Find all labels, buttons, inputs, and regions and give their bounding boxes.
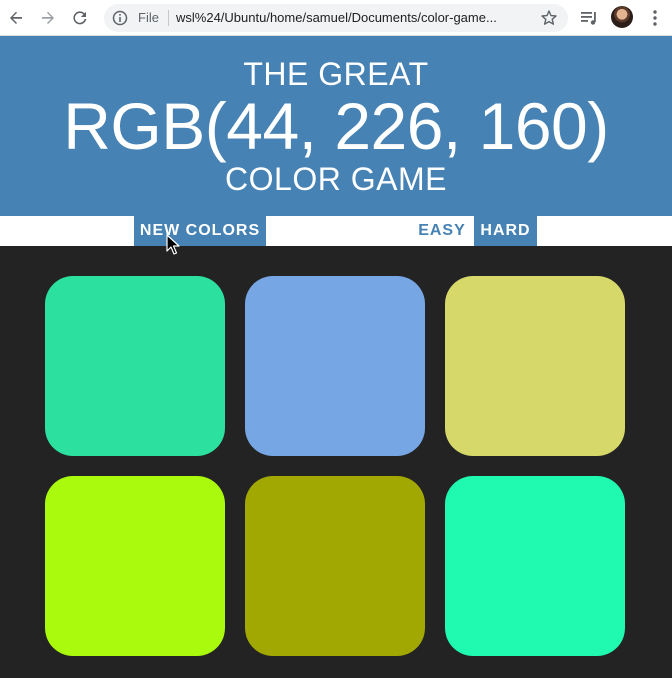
bookmark-star-icon[interactable] [540, 9, 558, 27]
color-square-2[interactable] [245, 276, 425, 456]
reload-icon[interactable] [68, 6, 92, 30]
info-icon[interactable] [112, 10, 128, 26]
title-top: THE GREAT [243, 56, 429, 92]
back-icon[interactable] [4, 6, 28, 30]
color-square-4[interactable] [45, 476, 225, 656]
more-menu-icon[interactable] [645, 8, 665, 28]
easy-mode-button[interactable]: EASY [410, 216, 474, 246]
controls-stripe: NEW COLORS EASY HARD [0, 216, 672, 246]
rgb-display: RGB(44, 226, 160) [63, 89, 609, 163]
hard-mode-button[interactable]: HARD [474, 216, 537, 246]
media-queue-icon[interactable] [579, 8, 599, 28]
color-square-5[interactable] [245, 476, 425, 656]
mouse-cursor-icon [166, 234, 180, 256]
title-bottom: COLOR GAME [225, 161, 447, 197]
profile-avatar[interactable] [611, 6, 633, 28]
color-square-3[interactable] [445, 276, 625, 456]
address-bar[interactable]: File wsl%24/Ubuntu/home/samuel/Documents… [104, 4, 568, 32]
forward-icon[interactable] [36, 6, 60, 30]
omnibox-divider [168, 10, 169, 26]
color-square-6[interactable] [445, 476, 625, 656]
game-header: THE GREAT RGB(44, 226, 160) COLOR GAME [0, 36, 672, 216]
new-colors-button[interactable]: NEW COLORS [134, 216, 266, 246]
url-text[interactable]: wsl%24/Ubuntu/home/samuel/Documents/colo… [176, 10, 497, 26]
browser-toolbar: File wsl%24/Ubuntu/home/samuel/Documents… [0, 0, 672, 36]
file-scheme-label: File [138, 10, 159, 25]
color-square-1[interactable] [45, 276, 225, 456]
